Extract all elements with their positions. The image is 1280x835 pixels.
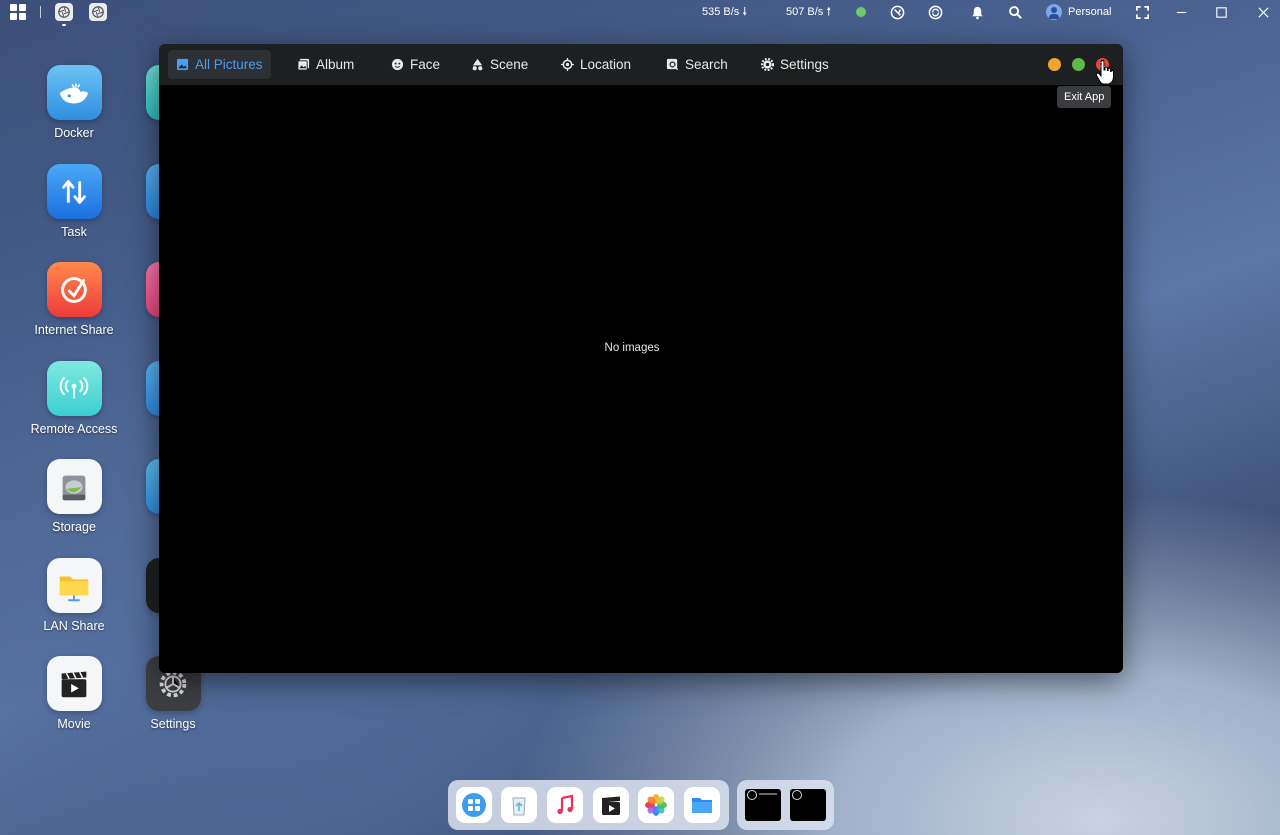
dock-files[interactable] [684, 787, 720, 823]
docker-whale-icon [46, 65, 102, 120]
desktop-icon-docker[interactable]: Docker [24, 65, 124, 140]
share-icon [46, 262, 102, 317]
aperture-icon [747, 790, 757, 800]
photos-icon [645, 794, 667, 816]
desktop-icon-storage[interactable]: Storage [24, 459, 124, 534]
antenna-icon [46, 361, 102, 416]
location-icon [561, 58, 574, 71]
taskbar-app-photos[interactable] [55, 3, 73, 26]
search-icon [666, 58, 679, 71]
dock [448, 780, 729, 830]
aperture-icon [58, 6, 70, 18]
hand-cursor-icon [1095, 60, 1114, 85]
fullscreen-icon[interactable] [1133, 0, 1151, 24]
tab-album[interactable]: Album [289, 50, 362, 79]
tab-scene[interactable]: Scene [463, 50, 536, 79]
tab-location[interactable]: Location [553, 50, 639, 79]
avatar [1046, 4, 1062, 20]
aperture-icon [792, 790, 802, 800]
folder-network-icon [46, 558, 102, 613]
exit-app-tooltip: Exit App [1057, 86, 1112, 108]
dock-recycle-bin[interactable] [501, 787, 537, 823]
window-thumbnail-2[interactable] [790, 789, 826, 821]
dock-photos[interactable] [638, 787, 674, 823]
status-indicator[interactable] [856, 7, 866, 17]
window-maximize-button[interactable] [1072, 58, 1085, 71]
desktop-icon-lan-share[interactable]: LAN Share [24, 558, 124, 633]
album-icon [297, 58, 310, 71]
network-icon[interactable] [888, 0, 906, 24]
files-icon [692, 798, 712, 813]
user-menu[interactable]: Personal [1046, 0, 1111, 24]
dock-video[interactable] [593, 787, 629, 823]
hard-drive-icon [46, 459, 102, 514]
video-icon [602, 796, 620, 815]
recycle-bin-icon [512, 797, 526, 816]
taskbar-app-settings[interactable] [89, 3, 107, 21]
minimize-icon[interactable] [1172, 0, 1190, 24]
music-icon [557, 794, 574, 815]
dock-music[interactable] [547, 787, 583, 823]
window-thumbnail-1[interactable] [745, 789, 781, 821]
clapperboard-icon [46, 656, 102, 711]
empty-state-message: No images [604, 342, 660, 354]
tab-settings[interactable]: Settings [753, 50, 837, 79]
desktop-icon-task[interactable]: Task [24, 164, 124, 239]
window-minimize-button[interactable] [1048, 58, 1061, 71]
image-icon [176, 58, 189, 71]
tab-face[interactable]: Face [383, 50, 448, 79]
close-icon[interactable] [1254, 0, 1272, 24]
desktop-icon-remote-access[interactable]: Remote Access [24, 361, 124, 436]
topbar-divider [40, 6, 41, 18]
maximize-icon[interactable] [1212, 0, 1230, 24]
face-icon [391, 58, 404, 71]
tab-search[interactable]: Search [658, 50, 736, 79]
arrow-down-icon: 🠗 [742, 5, 748, 18]
sync-icon[interactable] [926, 0, 944, 24]
arrow-up-icon: 🠕 [826, 5, 832, 18]
desktop-icon-movie[interactable]: Movie [24, 656, 124, 731]
app-launcher-icon[interactable] [10, 0, 28, 24]
top-bar: 535 B/s 🠗 507 B/s 🠕 Personal [0, 0, 1280, 26]
scene-icon [472, 58, 483, 71]
desktop-icon-internet-share[interactable]: Internet Share [24, 262, 124, 337]
dock-app-center[interactable] [456, 787, 492, 823]
photos-app-window: All Pictures Album Face Scene Location S… [159, 44, 1123, 673]
tab-all-pictures[interactable]: All Pictures [168, 50, 271, 79]
aperture-icon [92, 6, 104, 18]
upload-speed: 507 B/s 🠕 [786, 0, 831, 24]
app-center-icon [462, 793, 486, 817]
window-toolbar: All Pictures Album Face Scene Location S… [159, 44, 1123, 85]
download-speed: 535 B/s 🠗 [702, 0, 747, 24]
gear-icon [761, 58, 774, 71]
transfer-arrows-icon [46, 164, 102, 219]
dock-open-windows [737, 780, 834, 830]
search-icon[interactable] [1006, 0, 1024, 24]
bell-icon[interactable] [968, 0, 986, 24]
